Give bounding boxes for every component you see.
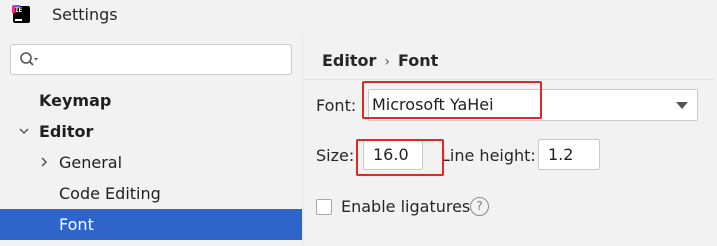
help-icon[interactable]: ? — [470, 197, 489, 216]
line-height-label: Line height: — [441, 146, 536, 165]
sidebar-item-code-editing[interactable]: Code Editing — [0, 178, 302, 209]
sidebar-item-general[interactable]: General — [0, 147, 302, 178]
settings-sidebar: Keymap Editor General Code Editing Font — [0, 33, 302, 246]
font-label: Font: — [316, 96, 357, 115]
chevron-down-icon[interactable] — [18, 125, 30, 137]
sidebar-item-label: Keymap — [39, 91, 112, 110]
search-icon — [20, 52, 38, 66]
sidebar-item-label: Font — [59, 215, 94, 234]
line-height-input[interactable]: 1.2 — [538, 139, 600, 170]
breadcrumb: Editor › Font — [322, 51, 438, 70]
breadcrumb-parent[interactable]: Editor — [322, 51, 376, 70]
sidebar-item-label: General — [59, 153, 123, 172]
sidebar-item-label: Editor — [39, 122, 94, 141]
line-height-value: 1.2 — [548, 145, 574, 164]
size-label: Size: — [316, 146, 355, 165]
chevron-right-icon[interactable] — [38, 156, 50, 168]
breadcrumb-current: Font — [398, 51, 439, 70]
sidebar-item-font[interactable]: Font — [0, 209, 302, 240]
enable-ligatures-checkbox[interactable] — [316, 199, 332, 215]
app-logo-icon: IE — [12, 5, 30, 23]
breadcrumb-separator: › — [384, 54, 391, 70]
sidebar-item-keymap[interactable]: Keymap — [0, 85, 302, 116]
app-logo-text: IE — [15, 7, 23, 14]
sidebar-item-editor[interactable]: Editor — [0, 116, 302, 147]
sidebar-item-label: Code Editing — [59, 184, 161, 203]
settings-search-input[interactable] — [10, 44, 292, 75]
title-bar: IE Settings — [0, 0, 717, 33]
enable-ligatures-label[interactable]: Enable ligatures — [341, 197, 470, 216]
font-highlight-box — [362, 81, 542, 119]
right-edge — [713, 33, 717, 246]
size-highlight-box — [356, 139, 444, 176]
dropdown-arrow-icon[interactable] — [676, 102, 688, 109]
header-divider — [303, 79, 717, 80]
window-title: Settings — [52, 5, 118, 24]
